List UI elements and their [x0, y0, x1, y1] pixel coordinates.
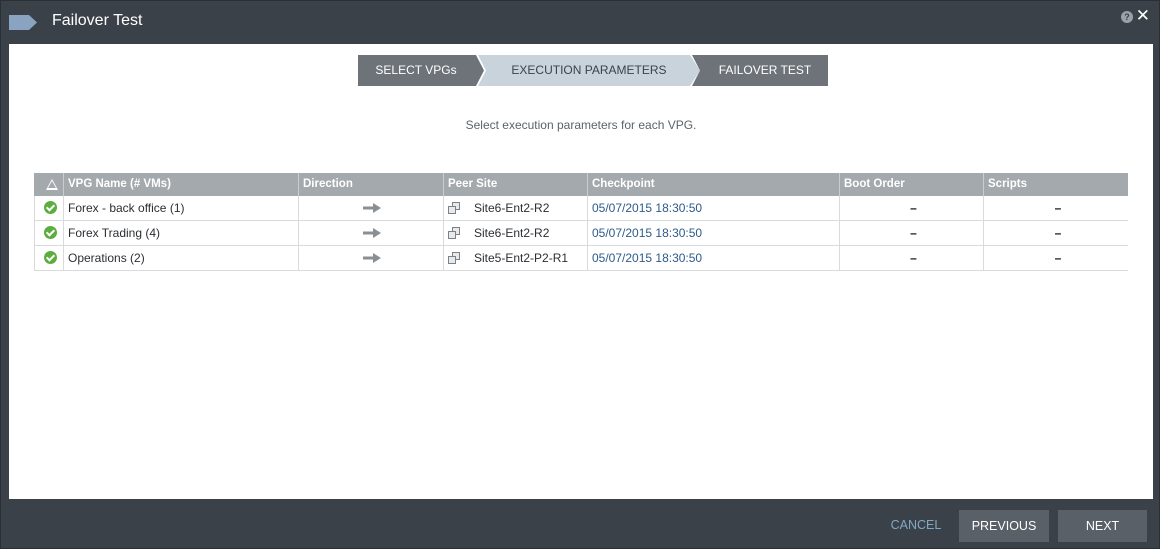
table-row[interactable]: Forex Trading (4) Site6-Ent2-R2 05/07/20…	[34, 221, 1128, 246]
tag-icon	[9, 15, 37, 30]
close-icon[interactable]: ✕	[1136, 7, 1150, 25]
boot-order-value: –	[910, 201, 917, 215]
step-failover-test[interactable]: FAILOVER TEST	[692, 55, 828, 86]
checkpoint-link[interactable]: 05/07/2015 18:30:50	[588, 246, 840, 270]
check-circle-icon	[44, 201, 57, 214]
boot-order-cell[interactable]: –	[840, 221, 984, 245]
scripts-value: –	[1054, 201, 1062, 215]
column-header-scripts[interactable]: Scripts	[984, 173, 1128, 196]
site-icon	[448, 252, 460, 264]
instruction-text: Select execution parameters for each VPG…	[465, 118, 697, 132]
peer-site-text: Site5-Ent2-P2-R1	[474, 251, 569, 265]
boot-order-value: –	[910, 226, 917, 240]
sort-column-header[interactable]	[34, 173, 64, 196]
cancel-button[interactable]: CANCEL	[878, 510, 954, 540]
scripts-value: –	[1054, 226, 1062, 240]
next-button[interactable]: NEXT	[1058, 510, 1147, 542]
scripts-cell[interactable]: –	[984, 246, 1128, 270]
table-row[interactable]: Forex - back office (1) Site6-Ent2-R2 05…	[34, 196, 1128, 221]
direction-cell	[299, 246, 444, 270]
right-arrow-icon	[363, 203, 381, 213]
site-icon	[448, 227, 460, 239]
vpg-name-cell: Forex Trading (4)	[64, 221, 299, 245]
check-circle-icon	[44, 251, 57, 264]
title-bar: Failover Test ? ✕	[1, 1, 1159, 43]
checkpoint-link[interactable]: 05/07/2015 18:30:50	[588, 221, 840, 245]
vpg-name-cell: Forex - back office (1)	[64, 196, 299, 220]
peer-site-cell: Site6-Ent2-R2	[444, 196, 588, 220]
peer-site-text: Site6-Ent2-R2	[474, 226, 550, 240]
peer-site-cell: Site6-Ent2-R2	[444, 221, 588, 245]
dialog-body: SELECT VPGs EXECUTION PARAMETERS FAILOVE…	[9, 44, 1153, 499]
previous-button[interactable]: PREVIOUS	[959, 510, 1049, 542]
vpg-table: VPG Name (# VMs) Direction Peer Site Che…	[34, 173, 1128, 271]
direction-cell	[299, 221, 444, 245]
vpg-name-cell: Operations (2)	[64, 246, 299, 270]
column-header-checkpoint[interactable]: Checkpoint	[588, 173, 840, 196]
wizard-steps: SELECT VPGs EXECUTION PARAMETERS FAILOVE…	[358, 55, 828, 86]
step-select-vpgs[interactable]: SELECT VPGs	[358, 55, 484, 86]
scripts-cell[interactable]: –	[984, 196, 1128, 220]
dialog-footer: CANCEL PREVIOUS NEXT	[1, 499, 1159, 549]
status-cell	[34, 221, 64, 245]
check-circle-icon	[44, 226, 57, 239]
boot-order-value: –	[910, 251, 917, 265]
dialog-title: Failover Test	[52, 12, 143, 29]
boot-order-cell[interactable]: –	[840, 246, 984, 270]
column-header-peer-site[interactable]: Peer Site	[444, 173, 588, 196]
scripts-value: –	[1054, 251, 1062, 265]
site-icon	[448, 202, 460, 214]
right-arrow-icon	[363, 253, 381, 263]
help-icon[interactable]: ?	[1121, 11, 1133, 23]
status-cell	[34, 196, 64, 220]
scripts-cell[interactable]: –	[984, 221, 1128, 245]
boot-order-cell[interactable]: –	[840, 196, 984, 220]
column-header-boot-order[interactable]: Boot Order	[840, 173, 984, 196]
failover-test-dialog: Failover Test ? ✕ SELECT VPGs EXECUTION …	[0, 0, 1160, 549]
table-row[interactable]: Operations (2) Site5-Ent2-P2-R1 05/07/20…	[34, 246, 1128, 271]
right-arrow-icon	[363, 228, 381, 238]
column-header-direction[interactable]: Direction	[299, 173, 444, 196]
checkpoint-link[interactable]: 05/07/2015 18:30:50	[588, 196, 840, 220]
step-execution-parameters[interactable]: EXECUTION PARAMETERS	[478, 55, 700, 86]
triangle-icon	[46, 179, 58, 190]
status-cell	[34, 246, 64, 270]
direction-cell	[299, 196, 444, 220]
table-header: VPG Name (# VMs) Direction Peer Site Che…	[34, 173, 1128, 196]
peer-site-text: Site6-Ent2-R2	[474, 201, 550, 215]
peer-site-cell: Site5-Ent2-P2-R1	[444, 246, 588, 270]
column-header-vpg-name[interactable]: VPG Name (# VMs)	[64, 173, 299, 196]
